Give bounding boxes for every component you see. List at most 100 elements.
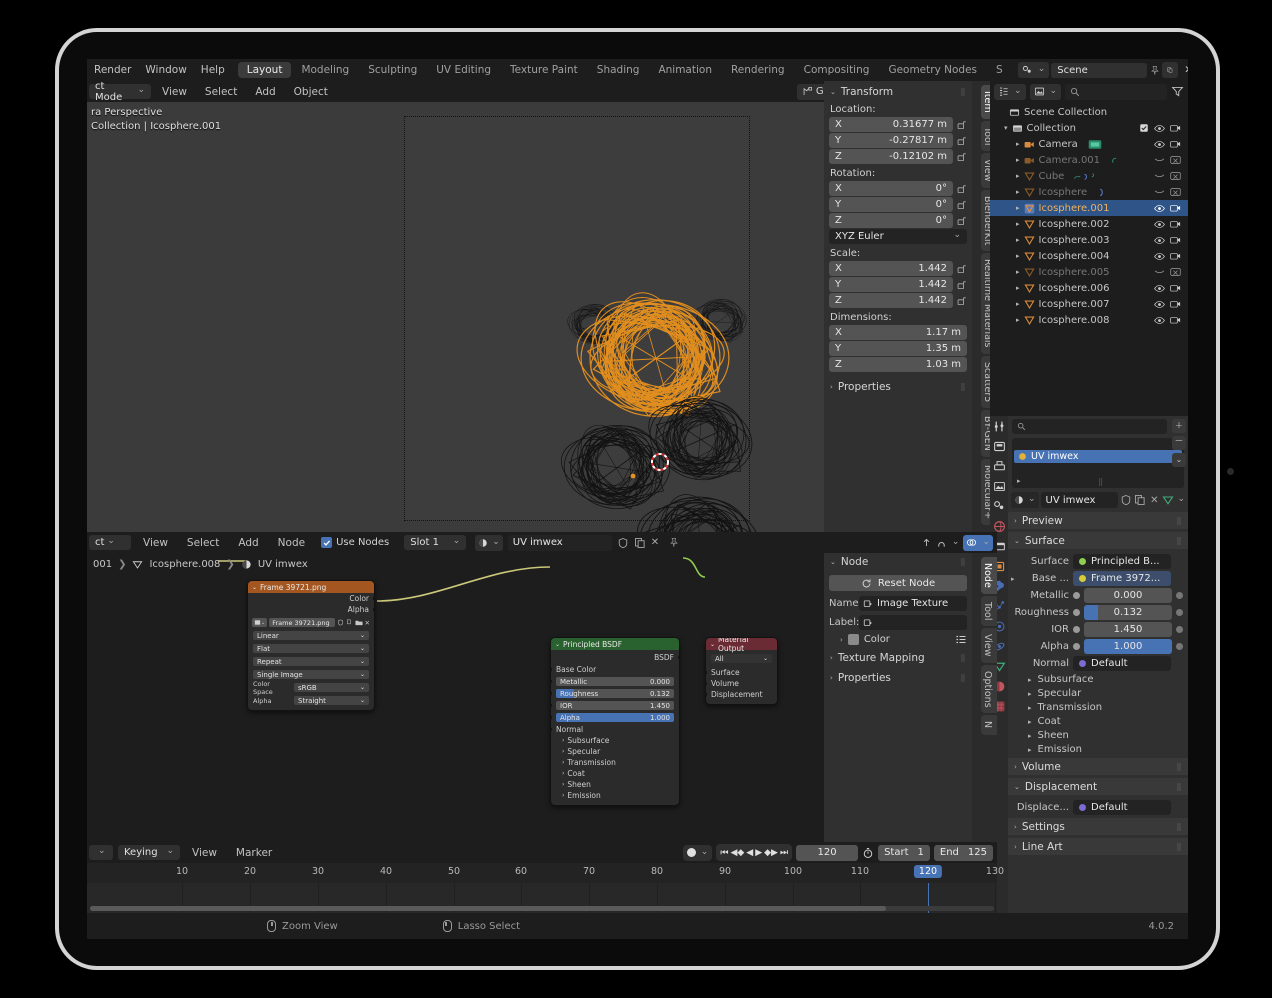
dimensions-x-field[interactable]: X 1.17 m [829,325,967,340]
dimensions-y-field[interactable]: Y 1.35 m [829,341,967,356]
lock-open-icon[interactable] [956,183,967,194]
close-icon[interactable]: ✕ [1148,495,1160,506]
socket-bsdf[interactable] [678,655,679,660]
tab-shading[interactable]: Shading [588,62,649,78]
subpanel-sheen[interactable]: ▸ Sheen [1028,730,1188,741]
prop-value-roughness[interactable]: 0.132 [1084,605,1172,620]
eye-closed-icon[interactable] [1154,268,1165,276]
camera-disabled-icon[interactable] [1170,155,1181,165]
playback-controls[interactable]: ⏮ ◀◆ ◀ ▶ ◆▶ ⏭ [716,844,793,861]
menu-render[interactable]: Render [87,59,138,81]
roughness-field[interactable]: Roughness 0.132 [556,689,674,698]
shader-side-tab-tool[interactable]: Tool [981,595,997,627]
disclosure-triangle-icon[interactable]: ▸ [1016,284,1020,292]
section-line-art[interactable]: › Line Art ⣿ [1008,838,1188,855]
camera-render-icon[interactable] [1170,299,1181,309]
output-icon[interactable] [993,460,1006,473]
material-data-selector[interactable] [1162,494,1185,506]
tool-icon[interactable] [993,420,1006,433]
section-surface[interactable]: ⌄ Surface ⣿ [1008,532,1188,549]
use-nodes-toggle[interactable]: Use Nodes [321,537,389,548]
shader-material-browse[interactable] [475,534,503,551]
stopwatch-icon[interactable] [862,847,874,859]
shader-side-tab-options[interactable]: Options [981,664,997,714]
eye-icon[interactable] [1154,315,1165,326]
end-frame-field[interactable]: End 125 [933,844,993,861]
colorspace-dropdown[interactable]: sRGB ⌄ [294,683,369,692]
location-y-field[interactable]: Y -0.27817 m [829,133,953,148]
menu-window[interactable]: Window [138,59,193,81]
subpanel-transmission[interactable]: ▸ Transmission [1028,702,1188,713]
scene-icon-box[interactable] [1017,62,1050,78]
scale-y-field[interactable]: Y 1.442 [829,277,953,292]
rotation-z-field[interactable]: Z 0° [829,213,953,228]
viewport-menu-object[interactable]: Object [287,81,335,103]
next-keyframe-icon[interactable]: ◆▶ [764,848,778,858]
lock-open-icon[interactable] [956,199,967,210]
camera-render-icon[interactable] [1170,139,1181,149]
outliner-item-cube[interactable]: ▸ Cube [990,168,1188,184]
subpanel-coat[interactable]: ▸ Coat [1028,716,1188,727]
jump-end-icon[interactable]: ⏭ [780,848,788,858]
tab-animation[interactable]: Animation [649,62,721,78]
extension-dropdown[interactable]: Repeat ⌄ [253,657,369,666]
disclosure-triangle-icon[interactable]: ▸ [1016,188,1020,196]
lock-open-icon[interactable] [956,279,967,290]
tab-layout[interactable]: Layout [237,62,292,78]
lock-open-icon[interactable] [956,295,967,306]
prop-value-ior[interactable]: 1.450 [1084,622,1172,637]
node-panel-sheen[interactable]: › Sheen [551,779,679,790]
node-header-image-texture[interactable]: ⌄ Frame 39721.png [248,581,374,593]
tab-sculpting[interactable]: Sculpting [359,62,426,78]
material-slot-list[interactable]: UV imwex ▸ ⣿ [1012,438,1184,488]
scale-x-field[interactable]: X 1.442 [829,261,953,276]
camera-render-icon[interactable] [1170,123,1181,133]
disclosure-triangle-icon[interactable]: ▸ [1016,236,1020,244]
slot-menu-button[interactable]: ⌄ [1172,453,1186,467]
material-browse-button[interactable] [1011,492,1039,508]
lock-open-icon[interactable] [956,119,967,130]
disclosure-triangle-icon[interactable]: ▸ [1016,156,1020,164]
eye-closed-icon[interactable] [1154,172,1165,180]
prop-value-metallic[interactable]: 0.000 [1084,588,1172,603]
prop-value-alpha[interactable]: 1.000 [1084,639,1172,654]
source-dropdown[interactable]: Single Image ⌄ [253,670,369,679]
alpha-field[interactable]: Alpha 1.000 [556,713,674,722]
outliner-item-icosphere-008[interactable]: ▸ Icosphere.008 [990,312,1188,328]
viewport-menu-add[interactable]: Add [248,81,282,103]
prev-keyframe-icon[interactable]: ◀◆ [730,848,744,858]
location-z-field[interactable]: Z -0.12102 m [829,149,953,164]
camera-render-icon[interactable] [1170,203,1181,213]
animate-dot[interactable] [1176,626,1183,633]
disclosure-triangle-icon[interactable]: ▸ [1011,575,1015,583]
socket-volume[interactable] [706,681,707,686]
play-reverse-icon[interactable]: ◀ [746,848,753,858]
scale-z-field[interactable]: Z 1.442 [829,293,953,308]
timeline-ruler[interactable]: 10 20 30 40 50 60 70 80 90 100 110 130 1… [87,863,1004,883]
node-name-field[interactable]: Image Texture [859,596,967,611]
fake-user-icon[interactable] [337,619,344,626]
image-browse-button[interactable]: ⌄ [252,618,268,627]
section-preview[interactable]: › Preview ⣿ [1008,512,1188,529]
breadcrumb-item-material[interactable]: UV imwex [258,559,308,570]
overlay-toggle[interactable] [963,534,993,551]
disclosure-triangle-icon[interactable]: ▸ [1016,220,1020,228]
eye-icon[interactable] [1154,235,1165,246]
slot-expand-triangle-icon[interactable]: ▸ [1017,477,1021,485]
color-swatch[interactable] [847,634,859,645]
eye-icon[interactable] [1154,139,1165,150]
viewport-menu-view[interactable]: View [155,81,194,103]
close-icon[interactable]: ✕ [365,619,370,627]
close-scene-button[interactable]: ✕ [1180,59,1188,81]
slot-remove-button[interactable]: － [1172,436,1186,450]
eye-icon[interactable] [1154,219,1165,230]
tab-compositing[interactable]: Compositing [795,62,879,78]
close-icon[interactable]: ✕ [651,537,659,548]
new-scene-button[interactable] [1162,62,1179,78]
start-frame-field[interactable]: Start 1 [878,844,930,861]
shader-side-tab-view[interactable]: View [981,628,997,663]
outliner-item-icosphere-003[interactable]: ▸ Icosphere.003 [990,232,1188,248]
camera-render-icon[interactable] [1170,283,1181,293]
outliner-item-icosphere-006[interactable]: ▸ Icosphere.006 [990,280,1188,296]
transform-panel-header[interactable]: ⌄ Transform ⣿ [824,83,972,100]
